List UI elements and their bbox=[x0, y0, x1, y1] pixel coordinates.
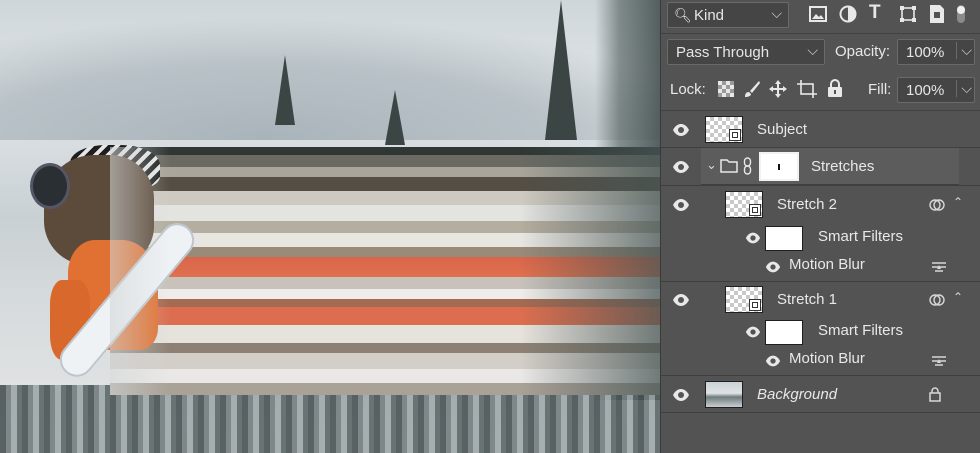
layer-name: Smart Filters bbox=[818, 228, 904, 245]
search-icon: 🔍︎ bbox=[674, 7, 692, 23]
tree bbox=[385, 90, 405, 145]
layer-name: Stretch 2 bbox=[777, 196, 838, 213]
smart-object-badge-icon bbox=[729, 129, 741, 141]
opacity-field[interactable]: 100% ⌵ bbox=[897, 39, 975, 65]
layer-name: Motion Blur bbox=[789, 350, 865, 367]
smart-object-badge-icon bbox=[749, 204, 761, 216]
document-canvas[interactable] bbox=[0, 0, 660, 453]
fill-field[interactable]: 100% ⌵ bbox=[897, 77, 975, 103]
layer-thumbnail bbox=[725, 191, 763, 218]
fill-label: Fill: bbox=[868, 81, 892, 98]
shape-filter-icon[interactable] bbox=[899, 5, 917, 26]
chevron-down-icon[interactable]: ⌄ bbox=[706, 157, 717, 173]
lock-artboard-icon[interactable] bbox=[797, 80, 817, 101]
eye-icon[interactable] bbox=[745, 230, 761, 246]
helmet bbox=[30, 163, 70, 209]
separator bbox=[661, 33, 980, 34]
filter-row-motion-blur[interactable]: Motion Blur bbox=[661, 252, 980, 282]
layer-name: Stretches bbox=[811, 158, 875, 175]
chevron-down-icon[interactable]: ⌵ bbox=[956, 42, 972, 59]
layer-row-stretches-group[interactable]: ⌄ Stretches bbox=[701, 148, 959, 185]
smart-filter-icon bbox=[929, 199, 945, 211]
tree bbox=[275, 55, 295, 125]
tree bbox=[545, 0, 577, 140]
smart-filter-mask-thumbnail[interactable] bbox=[765, 320, 803, 345]
chevron-down-icon: ⌵ bbox=[771, 5, 782, 21]
type-filter-icon[interactable]: T bbox=[869, 3, 881, 22]
layer-name: Subject bbox=[757, 121, 808, 138]
lock-label: Lock: bbox=[670, 81, 706, 98]
motion-stretch-effect bbox=[110, 147, 660, 395]
smart-filter-icon bbox=[929, 294, 945, 306]
collapse-effects-icon[interactable]: ⌃ bbox=[953, 195, 963, 209]
filter-blending-options-icon[interactable] bbox=[931, 354, 947, 368]
layer-thumbnail bbox=[725, 286, 763, 313]
smart-object-filter-icon[interactable] bbox=[929, 4, 945, 27]
layer-name: Smart Filters bbox=[818, 322, 904, 339]
eye-icon[interactable] bbox=[672, 196, 690, 214]
lock-image-pixels-brush-icon[interactable] bbox=[743, 80, 761, 101]
smart-object-badge-icon bbox=[749, 299, 761, 311]
mask-link-icon[interactable] bbox=[743, 157, 752, 175]
fill-value: 100% bbox=[906, 82, 945, 99]
filter-row-motion-blur[interactable]: Motion Blur bbox=[661, 346, 980, 376]
filter-toggle-icon[interactable] bbox=[955, 4, 967, 27]
forest-foreground bbox=[0, 385, 660, 453]
smart-filter-mask-thumbnail[interactable] bbox=[765, 226, 803, 251]
eye-icon[interactable] bbox=[745, 324, 761, 340]
chevron-down-icon[interactable]: ⌵ bbox=[956, 80, 972, 97]
layer-thumbnail bbox=[705, 116, 743, 143]
layer-name: Stretch 1 bbox=[777, 291, 838, 308]
layer-row-stretch-2[interactable]: Stretch 2 ⌃ bbox=[661, 186, 980, 223]
chevron-down-icon: ⌵ bbox=[807, 42, 818, 58]
opacity-value: 100% bbox=[906, 44, 945, 61]
blend-mode-dropdown[interactable]: Pass Through ⌵ bbox=[667, 39, 825, 65]
layer-row-stretch-1[interactable]: Stretch 1 ⌃ bbox=[661, 282, 980, 317]
pixel-layer-filter-icon[interactable] bbox=[809, 5, 827, 26]
filter-blending-options-icon[interactable] bbox=[931, 260, 947, 274]
eye-icon[interactable] bbox=[765, 353, 781, 369]
layers-panel: 🔍︎ Kind ⌵ T Pass Through ⌵ Opacity: 100%… bbox=[660, 0, 980, 453]
lock-position-move-icon[interactable] bbox=[769, 80, 787, 101]
eye-icon[interactable] bbox=[672, 291, 690, 309]
adjustment-filter-icon[interactable] bbox=[839, 5, 857, 26]
layer-name: Background bbox=[757, 386, 838, 403]
group-mask-thumbnail[interactable] bbox=[759, 152, 799, 181]
smart-filters-row[interactable]: Smart Filters bbox=[661, 317, 980, 346]
filter-kind-label: Kind bbox=[694, 7, 725, 24]
eye-icon[interactable] bbox=[672, 158, 690, 176]
background-thumbnail bbox=[705, 381, 743, 408]
layer-row-background[interactable]: Background bbox=[661, 376, 980, 413]
filter-kind-dropdown[interactable]: 🔍︎ Kind ⌵ bbox=[667, 2, 789, 28]
eye-icon[interactable] bbox=[672, 121, 690, 139]
collapse-effects-icon[interactable]: ⌃ bbox=[953, 290, 963, 304]
opacity-label: Opacity: bbox=[835, 43, 891, 60]
layer-name: Motion Blur bbox=[789, 256, 865, 273]
eye-icon[interactable] bbox=[765, 259, 781, 275]
blend-mode-value: Pass Through bbox=[676, 44, 770, 61]
lock-transparent-pixels-icon[interactable] bbox=[717, 80, 735, 101]
mask-mark bbox=[778, 164, 780, 170]
smart-filters-row[interactable]: Smart Filters bbox=[661, 223, 980, 252]
lock-icon bbox=[929, 387, 941, 402]
layer-row-subject[interactable]: Subject bbox=[661, 111, 980, 148]
eye-icon[interactable] bbox=[672, 386, 690, 404]
lock-all-icon[interactable] bbox=[827, 79, 843, 101]
folder-icon bbox=[720, 159, 738, 173]
